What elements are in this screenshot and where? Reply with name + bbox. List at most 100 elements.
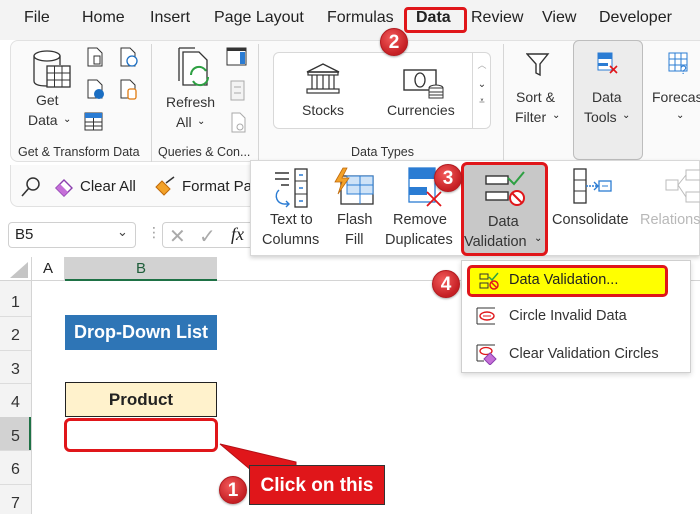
cell-b2-title[interactable]: Drop-Down List bbox=[65, 315, 217, 350]
row-header-6[interactable]: 6 bbox=[0, 461, 31, 479]
row-header-7[interactable]: 7 bbox=[0, 495, 31, 513]
formula-bar-grip[interactable]: ⋮ bbox=[147, 224, 161, 241]
queries-connections-icon[interactable] bbox=[226, 47, 248, 67]
step-badge-2: 2 bbox=[380, 28, 408, 56]
chevron-down-icon: ⌄ bbox=[63, 114, 72, 125]
menu-item-data-validation[interactable]: Data Validation... bbox=[467, 265, 668, 297]
forecast-label: Forecas bbox=[652, 89, 700, 105]
row-divider bbox=[0, 316, 31, 317]
chevron-down-icon[interactable]: ⌄ bbox=[117, 224, 128, 240]
sort-filter-label-2: Filter bbox=[515, 109, 547, 125]
text-to-columns-label-2: Columns bbox=[262, 232, 320, 248]
from-web-icon[interactable] bbox=[86, 79, 106, 101]
existing-connections-icon[interactable] bbox=[119, 79, 139, 101]
step-badge-1: 1 bbox=[219, 476, 247, 504]
tab-insert[interactable]: Insert bbox=[150, 9, 190, 27]
tab-view[interactable]: View bbox=[542, 9, 576, 27]
callout-click-on-this: Click on this bbox=[249, 465, 385, 505]
row-header-2[interactable]: 2 bbox=[0, 327, 31, 345]
group-separator bbox=[503, 44, 504, 162]
format-painter-icon bbox=[155, 176, 175, 196]
chevron-down-icon: ⌄ bbox=[676, 110, 685, 121]
scroll-up-icon[interactable]: ︿ bbox=[473, 58, 491, 71]
cell-b5-selected[interactable] bbox=[64, 418, 218, 452]
data-validation-small-icon bbox=[479, 272, 499, 290]
currencies-icon[interactable] bbox=[403, 68, 445, 102]
row-divider bbox=[0, 484, 31, 485]
eraser-icon bbox=[55, 179, 73, 197]
flash-fill-label-2: Fill bbox=[345, 232, 364, 248]
gallery-more-icon[interactable]: ⩡ bbox=[473, 96, 491, 107]
clear-all-button[interactable]: Clear All bbox=[80, 178, 136, 195]
step-badge-4: 4 bbox=[432, 270, 460, 298]
enter-icon[interactable]: ✓ bbox=[199, 224, 216, 249]
text-to-columns-label-1: Text to bbox=[270, 212, 313, 228]
remove-duplicates-label-1: Remove bbox=[393, 212, 447, 228]
tab-page-layout[interactable]: Page Layout bbox=[214, 9, 304, 27]
group-separator bbox=[258, 44, 259, 162]
group-label-queries: Queries & Con... bbox=[158, 145, 251, 159]
refresh-label-2: All bbox=[176, 114, 192, 130]
menu-item-label: Clear Validation Circles bbox=[509, 346, 659, 362]
data-tools-label-1: Data bbox=[592, 89, 622, 105]
svg-text:?: ? bbox=[680, 63, 687, 76]
flash-fill-label-1: Flash bbox=[337, 212, 373, 228]
properties-icon bbox=[230, 80, 245, 101]
menu-item-circle-invalid-data[interactable]: Circle Invalid Data bbox=[467, 303, 687, 333]
currencies-label: Currencies bbox=[387, 102, 455, 118]
row-header-3[interactable]: 3 bbox=[0, 361, 31, 379]
data-validation-icon bbox=[485, 171, 525, 206]
clear-validation-circles-icon bbox=[476, 344, 497, 365]
get-data-button[interactable] bbox=[30, 47, 74, 97]
refresh-all-icon[interactable] bbox=[175, 47, 215, 91]
tab-developer[interactable]: Developer bbox=[599, 9, 672, 27]
row-divider bbox=[0, 450, 31, 451]
name-box-value: B5 bbox=[15, 226, 34, 243]
refresh-label-1: Refresh bbox=[166, 94, 216, 110]
tab-file[interactable]: File bbox=[24, 9, 50, 27]
group-label-get-transform: Get & Transform Data bbox=[18, 145, 140, 159]
forecast-icon[interactable]: ? bbox=[668, 52, 692, 76]
insert-function-button[interactable]: fx bbox=[231, 224, 244, 245]
scroll-down-icon[interactable]: ⌄ bbox=[473, 79, 491, 90]
filter-icon[interactable] bbox=[526, 52, 550, 78]
gallery-scroll[interactable]: ︿ ⌄ ⩡ bbox=[472, 52, 491, 129]
menu-item-clear-validation-circles[interactable]: Clear Validation Circles bbox=[467, 340, 687, 370]
formula-bar-controls: ✕ ✓ fx bbox=[162, 222, 262, 248]
chevron-down-icon: ⌄ bbox=[552, 110, 561, 121]
column-header-b[interactable]: B bbox=[65, 257, 217, 281]
consolidate-label[interactable]: Consolidate bbox=[552, 210, 629, 230]
search-icon[interactable] bbox=[20, 176, 42, 198]
tab-home[interactable]: Home bbox=[82, 9, 125, 27]
cell-b4-header[interactable]: Product bbox=[65, 382, 217, 417]
format-painter-button[interactable]: Format Pa bbox=[182, 178, 252, 195]
data-validation-label-2: Validation bbox=[464, 234, 527, 250]
tab-formulas[interactable]: Formulas bbox=[327, 9, 394, 27]
group-separator bbox=[151, 44, 152, 162]
row-header-5[interactable]: 5 bbox=[0, 428, 31, 446]
data-tools-icon bbox=[597, 52, 618, 74]
flash-fill-icon[interactable] bbox=[333, 166, 375, 208]
cancel-icon[interactable]: ✕ bbox=[169, 224, 186, 249]
chevron-down-icon: ⌄ bbox=[197, 116, 206, 127]
remove-duplicates-label-2: Duplicates bbox=[385, 232, 453, 248]
group-label-data-types: Data Types bbox=[351, 145, 415, 159]
from-text-icon[interactable] bbox=[86, 47, 104, 67]
tab-review[interactable]: Review bbox=[471, 9, 523, 27]
step-badge-3: 3 bbox=[434, 164, 462, 192]
data-validation-label-1: Data bbox=[488, 214, 519, 230]
row-header-4[interactable]: 4 bbox=[0, 394, 31, 412]
select-all-corner[interactable] bbox=[0, 257, 32, 281]
column-header-a[interactable]: A bbox=[32, 257, 65, 281]
stocks-icon[interactable] bbox=[305, 62, 341, 96]
text-to-columns-icon[interactable] bbox=[271, 168, 313, 212]
sort-filter-label-1: Sort & bbox=[516, 89, 555, 105]
row-header-1[interactable]: 1 bbox=[0, 294, 31, 312]
from-table-icon[interactable] bbox=[84, 112, 104, 132]
recent-sources-icon[interactable] bbox=[119, 47, 139, 67]
consolidate-icon[interactable] bbox=[572, 168, 614, 206]
ribbon-tab-bar: File Home Insert Page Layout Formulas Da… bbox=[0, 0, 700, 40]
database-icon bbox=[33, 50, 71, 88]
name-box[interactable]: B5 ⌄ bbox=[8, 222, 136, 248]
relationships-label: Relations bbox=[640, 212, 700, 228]
